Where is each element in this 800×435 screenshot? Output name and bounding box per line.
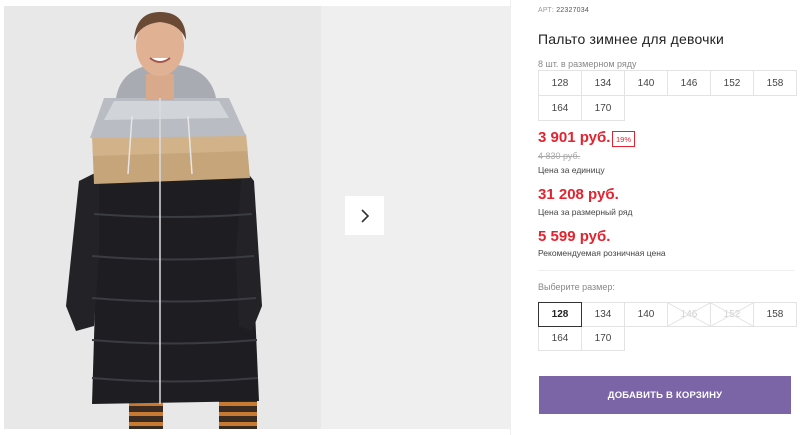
size-row-note: 8 шт. в размерном ряду (538, 59, 637, 69)
recommended-price-label: Рекомендуемая розничная цена (538, 248, 666, 258)
strike-through-icon (711, 303, 753, 326)
size-row-grid: 128 134 140 146 152 158 164 170 (538, 70, 797, 121)
product-gallery (0, 0, 510, 435)
recommended-price: 5 599 руб. (538, 228, 611, 245)
section-divider (538, 270, 794, 271)
size-row-cell: 170 (581, 95, 625, 121)
product-title: Пальто зимнее для девочки (538, 31, 724, 47)
size-option-128[interactable]: 128 (538, 302, 582, 327)
size-row-cell: 134 (581, 70, 625, 96)
size-option-140[interactable]: 140 (624, 302, 668, 327)
size-selector: 128 134 140 146 152 158 164 170 (538, 302, 797, 351)
product-info: АРТ: 22327034 Пальто зимнее для девочки … (538, 0, 800, 435)
size-row-cell: 128 (538, 70, 582, 96)
article-number: АРТ: 22327034 (538, 7, 589, 14)
size-row-cell: 140 (624, 70, 668, 96)
size-option-158[interactable]: 158 (753, 302, 797, 327)
article-label: АРТ: (538, 7, 555, 14)
size-option-152-unavailable: 152 (710, 302, 754, 327)
next-image-button[interactable] (345, 196, 384, 235)
size-row-price: 31 208 руб. (538, 186, 619, 203)
unit-price-label: Цена за единицу (538, 165, 605, 175)
size-option-164[interactable]: 164 (538, 326, 582, 351)
size-row-cell: 164 (538, 95, 582, 121)
choose-size-label: Выберите размер: (538, 282, 615, 292)
column-divider (510, 0, 511, 435)
product-photo-illustration (4, 6, 321, 429)
strike-through-icon (668, 303, 710, 326)
size-option-134[interactable]: 134 (581, 302, 625, 327)
add-to-cart-button[interactable]: ДОБАВИТЬ В КОРЗИНУ (539, 376, 791, 414)
size-option-170[interactable]: 170 (581, 326, 625, 351)
article-code: 22327034 (556, 7, 589, 14)
product-photo[interactable] (4, 6, 321, 429)
size-option-146-unavailable: 146 (667, 302, 711, 327)
size-row-cell: 152 (710, 70, 754, 96)
size-row-price-label: Цена за размерный ряд (538, 207, 633, 217)
size-row-cell: 146 (667, 70, 711, 96)
old-price: 4 830 руб. (538, 151, 581, 161)
size-row-cell: 158 (753, 70, 797, 96)
current-price: 3 901 руб. (538, 129, 611, 146)
chevron-right-icon (360, 208, 369, 223)
discount-badge: 19% (612, 131, 635, 147)
